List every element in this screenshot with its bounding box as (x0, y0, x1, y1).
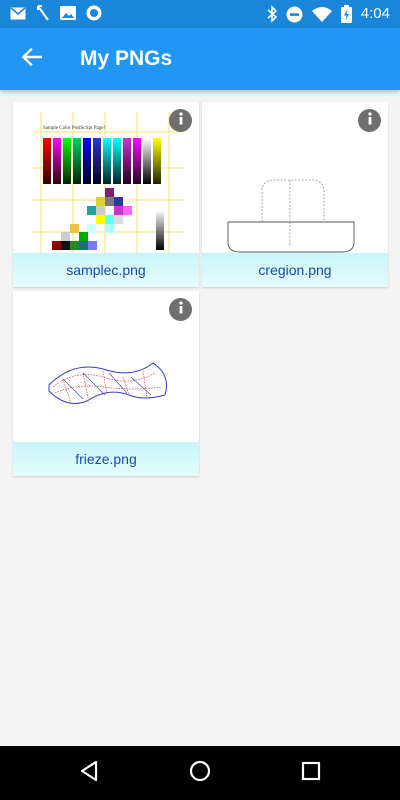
info-button-frieze[interactable] (169, 298, 192, 321)
file-name-frieze: frieze.png (13, 442, 199, 476)
file-card-frieze[interactable]: frieze.png (13, 291, 199, 476)
system-icons: 4:04 (267, 4, 390, 24)
page-title: My PNGs (80, 47, 173, 70)
app-bar: My PNGs (0, 28, 400, 90)
info-button-samplec[interactable] (169, 109, 192, 132)
missed-call-icon (36, 5, 50, 21)
file-name-samplec: samplec.png (13, 253, 199, 287)
arrow-back-icon (21, 47, 43, 71)
navigation-bar (0, 746, 400, 800)
gmail-icon (10, 6, 26, 20)
image-icon (60, 6, 76, 20)
samplec-heading: Sample Color PostScript Page! (43, 126, 105, 131)
circle-app-icon (86, 5, 102, 21)
do-not-disturb-icon (286, 6, 303, 23)
recents-square-icon (301, 761, 321, 786)
nav-recents-button[interactable] (296, 758, 326, 788)
file-name-cregion: cregion.png (202, 253, 388, 287)
info-icon (176, 300, 186, 319)
info-icon (365, 111, 375, 130)
nav-home-button[interactable] (185, 758, 215, 788)
file-card-samplec[interactable]: Sample Color PostScript Page! samplec.pn… (13, 102, 199, 287)
status-bar: 4:04 (0, 0, 400, 28)
back-button[interactable] (16, 43, 48, 75)
home-circle-icon (189, 760, 211, 787)
status-time: 4:04 (360, 5, 390, 22)
back-triangle-icon (79, 760, 99, 787)
file-card-cregion[interactable]: cregion.png (202, 102, 388, 287)
file-grid: Sample Color PostScript Page! samplec.pn… (0, 90, 400, 746)
wifi-icon (311, 6, 332, 22)
battery-charging-icon (340, 5, 352, 23)
nav-back-button[interactable] (74, 758, 104, 788)
info-button-cregion[interactable] (358, 109, 381, 132)
notification-icons (10, 5, 102, 21)
info-icon (176, 111, 186, 130)
bluetooth-icon (267, 5, 277, 23)
